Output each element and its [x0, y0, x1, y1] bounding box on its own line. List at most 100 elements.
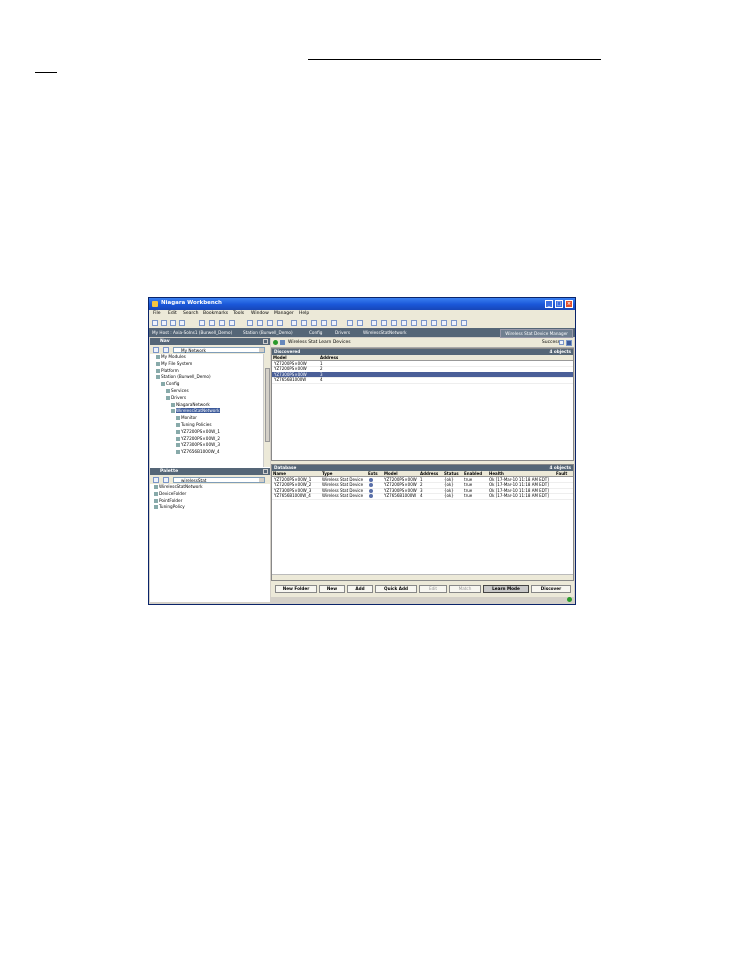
nav-tree-node[interactable]: YZ7656B1000W_4 — [176, 450, 220, 455]
menu-search[interactable]: Search — [183, 311, 198, 317]
console-icon[interactable] — [229, 320, 235, 326]
new-tool-icon[interactable] — [381, 320, 387, 326]
palette-tree-node[interactable]: WirelessStatNetwork — [154, 484, 203, 489]
close-job-icon[interactable] — [559, 339, 564, 345]
home-icon[interactable] — [209, 320, 215, 326]
close-button[interactable]: × — [565, 300, 573, 308]
new-folder-button[interactable]: New Folder — [275, 584, 317, 593]
menu-file[interactable]: File — [153, 311, 161, 317]
palette-module-select[interactable]: wirelessStat — [173, 476, 265, 483]
paste-icon[interactable] — [311, 320, 317, 326]
nav-home-icon[interactable] — [153, 346, 159, 353]
disk-icon[interactable] — [277, 320, 283, 326]
nav-tree-node[interactable]: Station (Burwell_Demo) — [156, 375, 211, 380]
new-folder-tool-icon[interactable] — [371, 320, 377, 326]
database-row[interactable]: YZ7656B1000W_4 Wireless Stat Device YZ7656… — [272, 494, 573, 500]
col-name[interactable]: Name — [273, 471, 286, 476]
col-model[interactable]: Model — [273, 355, 287, 360]
nav-tree-node[interactable]: Platform — [156, 368, 179, 373]
discover-tool-icon[interactable] — [451, 320, 457, 326]
palette-tree-node[interactable]: PointFolder — [154, 498, 182, 503]
nav-close-icon[interactable] — [263, 339, 268, 344]
col-status[interactable]: Status — [444, 471, 459, 476]
crumb-config[interactable]: Config — [309, 330, 322, 335]
new-button[interactable]: New — [319, 584, 345, 593]
palette-close-module-icon[interactable] — [163, 476, 169, 483]
nav-tree-node[interactable]: YZ7200PS×00W_1 — [176, 429, 220, 434]
discover-button[interactable]: Discover — [531, 584, 571, 593]
nav-tree-node[interactable]: Config — [161, 382, 179, 387]
open-folder-icon[interactable] — [247, 320, 253, 326]
crumb-station[interactable]: Station (Burwell_Demo) — [243, 330, 293, 335]
view-selector[interactable]: Wireless Stat Device Manager — [500, 329, 573, 338]
link-icon[interactable] — [391, 320, 397, 326]
history-icon[interactable] — [179, 320, 185, 326]
forward-icon[interactable] — [161, 320, 167, 326]
palette-tree-node[interactable]: TuningPolicy — [154, 505, 185, 510]
save-icon[interactable] — [257, 320, 263, 326]
nav-tree-node[interactable]: YZ7200PS×00W_2 — [176, 436, 220, 441]
nav-tree-node[interactable]: NiagaraNetwork — [171, 402, 210, 407]
back-icon[interactable] — [152, 320, 158, 326]
nav-scrollbar[interactable] — [263, 354, 270, 467]
crumb-network[interactable]: WirelessStatNetwork — [363, 330, 407, 335]
edit-button[interactable]: Edit — [419, 584, 447, 593]
nav-tree-node[interactable]: My Modules — [156, 354, 186, 359]
copy-icon[interactable] — [301, 320, 307, 326]
crumb-drivers[interactable]: Drivers — [335, 330, 350, 335]
add-tool-icon[interactable] — [401, 320, 407, 326]
nav-tree-node[interactable]: Drivers — [166, 395, 186, 400]
learn-mode-button[interactable]: Learn Mode — [483, 584, 529, 593]
refresh-icon[interactable] — [219, 320, 225, 326]
col-type[interactable]: Type — [322, 471, 332, 476]
cancel-tool-icon[interactable] — [461, 320, 467, 326]
match-button[interactable]: Match — [449, 584, 481, 593]
add-button[interactable]: Add — [347, 584, 373, 593]
col-model[interactable]: Model — [384, 471, 398, 476]
up-icon[interactable] — [170, 320, 176, 326]
menu-edit[interactable]: Edit — [168, 311, 177, 317]
delete-icon[interactable] — [331, 320, 337, 326]
col-fault[interactable]: Fault — [556, 471, 567, 476]
nav-tree-node[interactable]: Services — [166, 388, 189, 393]
undo-icon[interactable] — [347, 320, 353, 326]
discovered-row[interactable]: YZ7656B1000W 4 — [272, 378, 573, 384]
palette-close-icon[interactable] — [263, 469, 268, 474]
nav-tree-node[interactable]: Tuning Policies — [176, 422, 212, 427]
edit-tool-icon[interactable] — [421, 320, 427, 326]
database-hscrollbar[interactable] — [272, 574, 573, 580]
nav-tree-node[interactable]: WirelessStatNetwork — [171, 408, 220, 414]
col-address[interactable]: Address — [420, 471, 438, 476]
job-details-icon[interactable] — [566, 339, 572, 346]
palette-open-icon[interactable] — [153, 476, 159, 483]
crumb-host[interactable]: My Host : Axia-Solns1 (Burwell_Demo) — [152, 330, 232, 335]
match-tool-icon[interactable] — [431, 320, 437, 326]
nav-network-select[interactable]: My Network — [173, 346, 265, 353]
menu-tools[interactable]: Tools — [233, 311, 244, 317]
redo-icon[interactable] — [357, 320, 363, 326]
learn-mode-tool-icon[interactable] — [441, 320, 447, 326]
side-bar-icon[interactable] — [199, 320, 205, 326]
nav-sync-icon[interactable] — [163, 346, 169, 353]
menu-manager[interactable]: Manager — [274, 311, 294, 317]
palette-tree-node[interactable]: DeviceFolder — [154, 491, 186, 496]
nav-tree-node[interactable]: Monitor — [176, 416, 197, 421]
save-all-icon[interactable] — [267, 320, 273, 326]
maximize-button[interactable]: □ — [555, 300, 563, 308]
minimize-button[interactable]: _ — [545, 300, 553, 308]
menu-bookmarks[interactable]: Bookmarks — [203, 311, 228, 317]
col-address[interactable]: Address — [320, 355, 338, 360]
col-enabled[interactable]: Enabled — [464, 471, 482, 476]
duplicate-icon[interactable] — [321, 320, 327, 326]
quick-add-tool-icon[interactable] — [411, 320, 417, 326]
col-health[interactable]: Health — [489, 471, 504, 476]
menu-window[interactable]: Window — [251, 311, 269, 317]
window-titlebar[interactable]: Niagara Workbench _ □ × — [149, 298, 575, 310]
nav-tree-node[interactable]: My File System — [156, 361, 192, 366]
cut-icon[interactable] — [291, 320, 297, 326]
nav-scroll-thumb[interactable] — [264, 368, 270, 442]
col-exts[interactable]: Exts — [368, 471, 378, 476]
menu-help[interactable]: Help — [299, 311, 309, 317]
nav-tree-node[interactable]: YZ7300PS×00W_3 — [176, 443, 220, 448]
quick-add-button[interactable]: Quick Add — [375, 584, 417, 593]
